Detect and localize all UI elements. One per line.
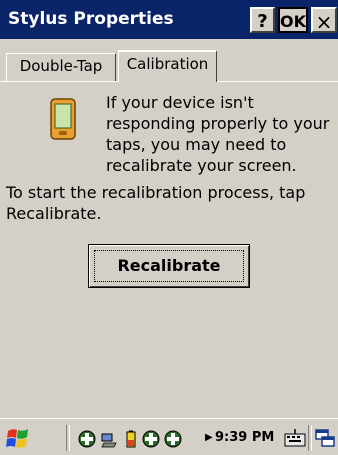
battery-icon[interactable] [122,430,140,448]
help-button[interactable]: ? [250,7,275,33]
connection-icon[interactable] [78,430,96,448]
taskbar-separator [308,425,312,451]
taskbar-clock[interactable]: 9:39 PM [215,430,274,446]
connection-icon[interactable] [142,430,160,448]
window-title: Stylus Properties [8,9,174,29]
tab-divider [217,81,338,82]
calibration-info-text: If your device isn't responding properly… [106,93,330,175]
recalibrate-button[interactable]: Recalibrate [88,244,250,288]
pda-device-icon [50,98,76,140]
calibration-instruction-text: To start the recalibration process, tap … [6,183,306,223]
ok-button[interactable]: OK [278,7,308,33]
tab-double-tap[interactable]: Double-Tap [6,53,116,81]
network-icon[interactable] [100,430,118,448]
title-bar: Stylus Properties ? OK × [0,0,338,39]
windows-start-icon[interactable] [5,427,31,451]
show-desktop-icon[interactable] [315,428,335,448]
connection-icon[interactable] [164,430,182,448]
taskbar-separator [66,425,70,451]
tab-calibration[interactable]: Calibration [118,50,217,82]
focus-rectangle [94,250,244,282]
tray-expand-arrow-icon[interactable]: ▶ [205,430,213,446]
close-button[interactable]: × [311,7,337,34]
keyboard-icon[interactable] [284,428,306,448]
tab-divider [0,81,118,82]
taskbar: ▶ 9:39 PM [0,418,338,455]
